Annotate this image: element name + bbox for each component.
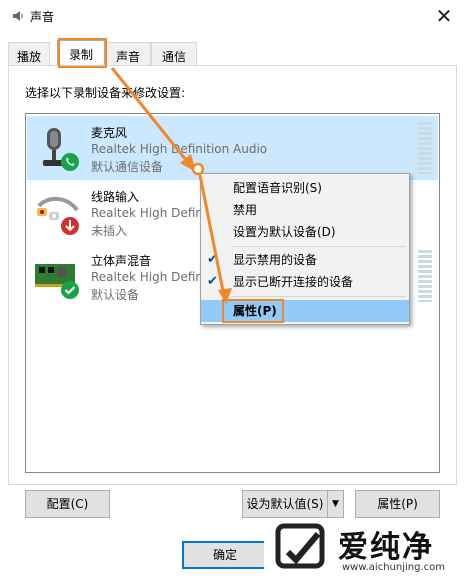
properties-button[interactable]: 属性(P) [355, 490, 440, 518]
ok-button[interactable]: 确定 [182, 541, 268, 569]
set-default-button[interactable]: 设为默认值(S) ▼ [242, 490, 344, 518]
configure-button[interactable]: 配置(C) [25, 490, 110, 518]
brand-logo-icon [275, 523, 325, 569]
watermark-logo: 爱纯净 www.aichunjing.com [264, 518, 465, 580]
set-default-label: 设为默认值(S) [246, 497, 324, 511]
watermark-brand: 爱纯净 [338, 530, 434, 565]
annotation-arrow-icon [110, 67, 196, 172]
watermark-url: www.aichunjing.com [342, 562, 445, 573]
annotation-arrow-icon [198, 174, 232, 304]
annotation-dot-icon [191, 162, 205, 176]
chevron-down-icon[interactable]: ▼ [327, 491, 343, 517]
